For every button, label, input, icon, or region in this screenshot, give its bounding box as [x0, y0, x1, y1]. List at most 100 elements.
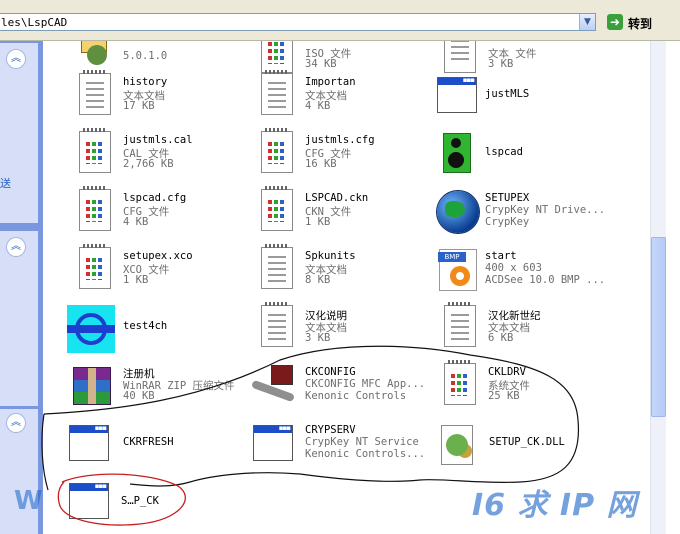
file-size: 25 KB: [488, 390, 520, 402]
file-size: 4 KB: [305, 100, 331, 112]
file-tile[interactable]: 汉化新世纪 文本文档 6 KB: [438, 301, 618, 359]
file-size: 1 KB: [305, 216, 331, 228]
file-tile[interactable]: SETUPEX CrypKey NT Drive... CrypKey: [435, 185, 615, 243]
file-type: 5.0.1.0: [123, 50, 168, 62]
text-document-icon: [255, 302, 299, 349]
document-icon: [255, 186, 299, 233]
file-tile[interactable]: history 文本文档 17 KB: [73, 69, 253, 127]
file-tile[interactable]: 注册机 WinRAR ZIP 压缩文件 40 KB: [69, 359, 249, 417]
file-tile[interactable]: SETUP_CK.DLL: [435, 417, 615, 475]
application-window-icon: [67, 479, 111, 523]
task-pane-section-2: ︽: [0, 231, 38, 406]
collapse-chevron-icon[interactable]: ︽: [6, 237, 26, 257]
file-tile[interactable]: BMP start 400 x 603 ACDSee 10.0 BMP ...: [435, 243, 615, 301]
file-tile[interactable]: justmls.cfg CFG 文件 16 KB: [255, 127, 435, 185]
file-size: 2,766 KB: [123, 158, 174, 170]
file-tile[interactable]: Spkunits 文本文档 8 KB: [255, 243, 435, 301]
file-name: SETUP_CK.DLL: [489, 436, 565, 448]
file-size: 40 KB: [123, 390, 155, 402]
file-size: 3 KB: [305, 332, 331, 344]
application-window-icon: [67, 421, 111, 465]
file-name: CKLDRV: [488, 366, 526, 378]
file-size: 4 KB: [123, 216, 149, 228]
address-dropdown-button[interactable]: ▼: [579, 14, 595, 30]
file-name: CKCONFIG: [305, 366, 356, 378]
chevron-down-icon: ▼: [584, 17, 591, 27]
text-document-icon: [73, 70, 117, 117]
file-size: 17 KB: [123, 100, 155, 112]
scroll-thumb[interactable]: [651, 237, 666, 417]
text-document-icon: [255, 244, 299, 291]
file-name: justmls.cal: [123, 134, 193, 146]
file-size: 6 KB: [488, 332, 514, 344]
document-icon: [73, 244, 117, 291]
file-name: Importan: [305, 76, 356, 88]
task-pane: ︽ 送 ︽ ︽: [0, 41, 43, 534]
task-pane-link[interactable]: 送: [0, 175, 11, 191]
file-tile[interactable]: Importan 文本文档 4 KB: [255, 69, 435, 127]
file-type: ACDSee 10.0 BMP ...: [485, 274, 606, 286]
file-view: 5.0.1.0 ISO 文件 34 KB 文本 文件 3 KB history …: [43, 41, 650, 534]
cyan-app-icon: [67, 305, 115, 353]
winrar-archive-icon: [69, 363, 113, 407]
file-name: lspcad.cfg: [123, 192, 187, 204]
file-tile[interactable]: CRYPSERV CrypKey NT Service Kenonic Cont…: [251, 417, 431, 475]
config-tool-icon: [249, 363, 296, 407]
file-size: 16 KB: [305, 158, 337, 170]
window-edge: [666, 41, 680, 534]
file-tile[interactable]: justMLS: [435, 69, 615, 127]
file-name: justmls.cfg: [305, 134, 375, 146]
image-dimensions: 400 x 603: [485, 262, 542, 274]
file-name: S…P_CK: [121, 495, 159, 507]
task-pane-section-1: ︽ 送: [0, 43, 38, 223]
file-name: CKRFRESH: [123, 436, 174, 448]
document-icon: [255, 128, 299, 175]
file-name: start: [485, 250, 517, 262]
document-icon: [438, 360, 482, 407]
collapse-chevron-icon[interactable]: ︽: [6, 413, 26, 433]
application-window-icon: [435, 73, 479, 117]
vertical-scrollbar[interactable]: [650, 41, 667, 534]
file-type: CrypKey NT Service: [305, 436, 419, 448]
watermark-left: W: [14, 486, 43, 516]
file-tile[interactable]: LSPCAD.ckn CKN 文件 1 KB: [255, 185, 435, 243]
go-button-label: 转到: [628, 17, 653, 31]
file-tile[interactable]: CKRFRESH: [67, 417, 247, 475]
file-size: 1 KB: [123, 274, 149, 286]
file-tile[interactable]: S…P_CK: [67, 475, 247, 533]
file-tile[interactable]: justmls.cal CAL 文件 2,766 KB: [73, 127, 253, 185]
file-tile[interactable]: setupex.xco XCO 文件 1 KB: [73, 243, 253, 301]
file-company: Kenonic Controls: [305, 390, 407, 402]
file-name: Spkunits: [305, 250, 356, 262]
file-name: setupex.xco: [123, 250, 193, 262]
file-name: test4ch: [123, 320, 168, 332]
text-document-icon: [438, 302, 482, 349]
collapse-chevron-icon[interactable]: ︽: [6, 49, 26, 69]
address-input[interactable]: les\LspCAD ▼: [0, 13, 596, 31]
file-tile[interactable]: lspcad: [435, 127, 615, 185]
file-tile[interactable]: test4ch: [67, 301, 247, 359]
file-name: lspcad: [485, 146, 523, 158]
file-name: CRYPSERV: [305, 424, 356, 436]
file-tile[interactable]: CKCONFIG CKCONFIG MFC App... Kenonic Con…: [249, 359, 429, 417]
watermark-right: I6 求 IP 网: [472, 488, 638, 523]
globe-icon: [435, 189, 479, 233]
document-icon: [73, 186, 117, 233]
file-tile[interactable]: lspcad.cfg CFG 文件 4 KB: [73, 185, 253, 243]
file-size: 8 KB: [305, 274, 331, 286]
file-name: history: [123, 76, 168, 88]
application-window-icon: [251, 421, 295, 465]
address-bar: les\LspCAD ▼ ➜ 转到: [0, 0, 680, 41]
file-name: SETUPEX: [485, 192, 530, 204]
address-path: les\LspCAD: [1, 16, 68, 29]
text-document-icon: [255, 70, 299, 117]
go-button[interactable]: ➜ 转到: [604, 12, 666, 34]
file-company: CrypKey: [485, 216, 530, 228]
file-tile[interactable]: 汉化说明 文本文档 3 KB: [255, 301, 435, 359]
file-tile[interactable]: CKLDRV 系统文件 25 KB: [438, 359, 618, 417]
file-type: CrypKey NT Drive...: [485, 204, 606, 216]
file-name: justMLS: [485, 88, 530, 100]
speaker-icon: [435, 131, 479, 175]
file-type: CKCONFIG MFC App...: [305, 378, 426, 390]
document-icon: [73, 128, 117, 175]
